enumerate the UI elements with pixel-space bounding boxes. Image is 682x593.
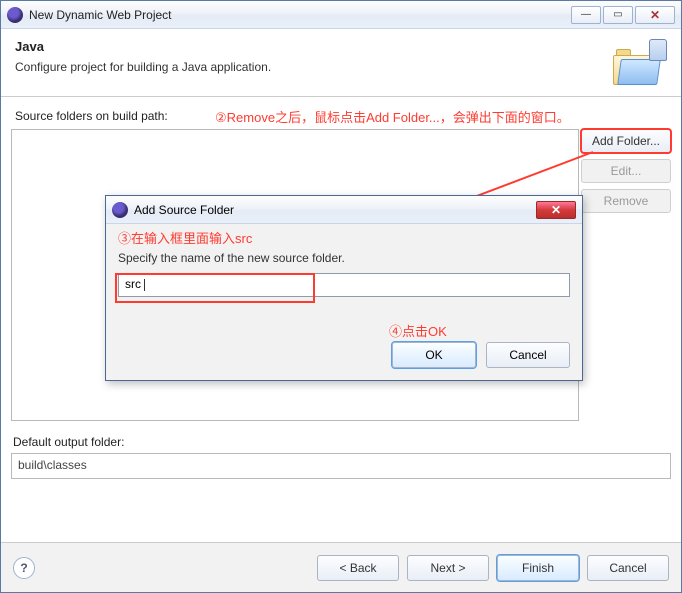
annotation-3: ③在输入框里面输入src	[118, 228, 570, 247]
dialog-title: Add Source Folder	[134, 203, 234, 217]
annotation-4: ④点击OK	[389, 321, 447, 340]
add-folder-button[interactable]: Add Folder...	[581, 129, 671, 153]
finish-button[interactable]: Finish	[497, 555, 579, 581]
minimize-button[interactable]: —	[571, 6, 601, 24]
annotation-2: ②Remove之后，鼠标点击Add Folder...，会弹出下面的窗口。	[215, 107, 570, 126]
close-button[interactable]: ✕	[635, 6, 675, 24]
window-title: New Dynamic Web Project	[29, 8, 172, 22]
maximize-button[interactable]: ▭	[603, 6, 633, 24]
eclipse-icon	[7, 7, 23, 23]
add-source-folder-dialog: Add Source Folder ✕ ③在输入框里面输入src Specify…	[105, 195, 583, 381]
dialog-titlebar: Add Source Folder ✕	[106, 196, 582, 224]
page-subtitle: Configure project for building a Java ap…	[15, 60, 667, 74]
page-title: Java	[15, 39, 667, 54]
help-button[interactable]: ?	[13, 557, 35, 579]
source-folder-name-input[interactable]: src	[118, 273, 570, 297]
cancel-button[interactable]: Cancel	[587, 555, 669, 581]
remove-button: Remove	[581, 189, 671, 213]
eclipse-icon	[112, 202, 128, 218]
edit-button: Edit...	[581, 159, 671, 183]
dialog-close-button[interactable]: ✕	[536, 201, 576, 219]
wizard-footer: ? < Back Next > Finish Cancel	[1, 542, 681, 592]
source-folders-label: Source folders on build path:	[15, 109, 168, 123]
back-button[interactable]: < Back	[317, 555, 399, 581]
next-button[interactable]: Next >	[407, 555, 489, 581]
wizard-header: Java Configure project for building a Ja…	[1, 29, 681, 97]
dialog-subtitle: Specify the name of the new source folde…	[118, 251, 570, 265]
default-output-label: Default output folder:	[13, 435, 124, 449]
dialog-cancel-button[interactable]: Cancel	[486, 342, 570, 368]
wizard-folder-icon	[613, 39, 667, 85]
ok-button[interactable]: OK	[392, 342, 476, 368]
default-output-field[interactable]: build\classes	[11, 453, 671, 479]
titlebar: New Dynamic Web Project — ▭ ✕	[1, 1, 681, 29]
